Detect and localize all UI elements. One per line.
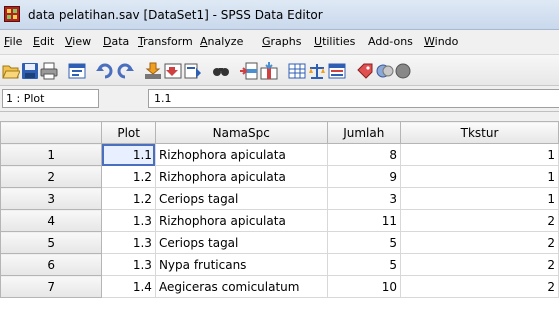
column-header-tkstur[interactable]: Tkstur [400,121,559,144]
table-row: 3 1.2 Ceriops tagal 3 1 [0,187,559,210]
row-header[interactable]: 5 [0,231,103,254]
spss-app-icon[interactable] [4,6,20,22]
insert-variable-icon[interactable] [260,62,278,80]
row-header[interactable]: 4 [0,209,103,232]
undo-icon[interactable] [96,62,114,80]
redo-icon[interactable] [116,62,134,80]
menu-bar: File Edit View Data Transform Analyze Gr… [0,30,559,54]
cell-tkstur[interactable]: 1 [400,165,559,188]
select-cases-icon[interactable] [328,62,346,80]
table-row: 7 1.4 Aegiceras comiculatum 10 2 [0,275,559,298]
menu-data[interactable]: Data [103,35,129,48]
row-header[interactable]: 3 [0,187,103,210]
cell-namaspc[interactable]: Aegiceras comiculatum [154,275,328,298]
table-row: 2 1.2 Rizhophora apiculata 9 1 [0,165,559,188]
table-row: 6 1.3 Nypa fruticans 5 2 [0,253,559,276]
cell-namaspc[interactable]: Rizhophora apiculata [154,143,328,166]
cell-plot[interactable]: 1.3 [101,253,156,276]
editor-gap [0,112,559,121]
cell-jumlah[interactable]: 9 [326,165,402,188]
cell-tkstur[interactable]: 1 [400,143,559,166]
weight-cases-icon[interactable] [308,62,326,80]
menu-utilities[interactable]: Utilities [314,35,355,48]
corner-cell[interactable] [0,121,103,144]
cell-tkstur[interactable]: 2 [400,253,559,276]
cell-namaspc[interactable]: Ceriops tagal [154,231,328,254]
menu-analyze[interactable]: Analyze [200,35,243,48]
variables-info-icon[interactable] [184,62,202,80]
table-row: 4 1.3 Rizhophora apiculata 11 2 [0,209,559,232]
cell-plot[interactable]: 1.2 [101,187,156,210]
cell-plot[interactable]: 1.4 [101,275,156,298]
use-sets-icon[interactable] [376,62,394,80]
cell-namaspc[interactable]: Rizhophora apiculata [154,165,328,188]
menu-add-ons[interactable]: Add-ons [368,35,413,48]
print-icon[interactable] [40,62,58,80]
table-row: 5 1.3 Ceriops tagal 5 2 [0,231,559,254]
column-header-jumlah[interactable]: Jumlah [326,121,402,144]
cell-jumlah[interactable]: 3 [326,187,402,210]
cell-plot[interactable]: 1.1 [101,143,156,166]
split-file-icon[interactable] [288,62,306,80]
row-header[interactable]: 2 [0,165,103,188]
cell-jumlah[interactable]: 8 [326,143,402,166]
data-grid[interactable]: Plot NamaSpc Jumlah Tkstur 1 1.1 Rizhoph… [0,121,559,327]
cell-jumlah[interactable]: 5 [326,231,402,254]
cell-namaspc[interactable]: Ceriops tagal [154,187,328,210]
data-table: Plot NamaSpc Jumlah Tkstur 1 1.1 Rizhoph… [0,121,559,298]
find-icon[interactable] [212,62,230,80]
column-header-namaspc[interactable]: NamaSpc [154,121,328,144]
cell-reference: 1 : Plot [2,89,99,108]
row-header[interactable]: 7 [0,275,103,298]
insert-cases-icon[interactable] [240,62,258,80]
goto-case-icon[interactable] [144,62,162,80]
menu-window[interactable]: Windo [424,35,458,48]
cell-tkstur[interactable]: 2 [400,209,559,232]
cell-namaspc[interactable]: Rizhophora apiculata [154,209,328,232]
cell-editor-bar: 1 : Plot 1.1 [0,86,559,112]
menu-edit[interactable]: Edit [33,35,54,48]
open-folder-icon[interactable] [2,62,20,80]
value-labels-icon[interactable] [356,62,374,80]
header-row: Plot NamaSpc Jumlah Tkstur [0,121,559,144]
cell-plot[interactable]: 1.3 [101,209,156,232]
window-title: data pelatihan.sav [DataSet1] - SPSS Dat… [28,8,323,22]
cell-namaspc[interactable]: Nypa fruticans [154,253,328,276]
cell-tkstur[interactable]: 2 [400,231,559,254]
dialog-recall-icon[interactable] [68,62,86,80]
title-bar: data pelatihan.sav [DataSet1] - SPSS Dat… [0,0,559,30]
cell-jumlah[interactable]: 11 [326,209,402,232]
menu-view[interactable]: View [65,35,91,48]
cell-tkstur[interactable]: 2 [400,275,559,298]
menu-transform[interactable]: Transform [138,35,193,48]
row-header[interactable]: 6 [0,253,103,276]
cell-plot[interactable]: 1.3 [101,231,156,254]
toolbar [0,54,559,86]
cell-plot[interactable]: 1.2 [101,165,156,188]
menu-graphs[interactable]: Graphs [262,35,301,48]
show-all-icon[interactable] [394,62,412,80]
save-icon[interactable] [21,62,39,80]
cell-tkstur[interactable]: 1 [400,187,559,210]
cell-jumlah[interactable]: 5 [326,253,402,276]
goto-variable-icon[interactable] [164,62,182,80]
table-row: 1 1.1 Rizhophora apiculata 8 1 [0,143,559,166]
column-header-plot[interactable]: Plot [101,121,156,144]
menu-file[interactable]: File [4,35,22,48]
row-header[interactable]: 1 [0,143,103,166]
cell-value-input[interactable]: 1.1 [148,89,559,108]
cell-jumlah[interactable]: 10 [326,275,402,298]
